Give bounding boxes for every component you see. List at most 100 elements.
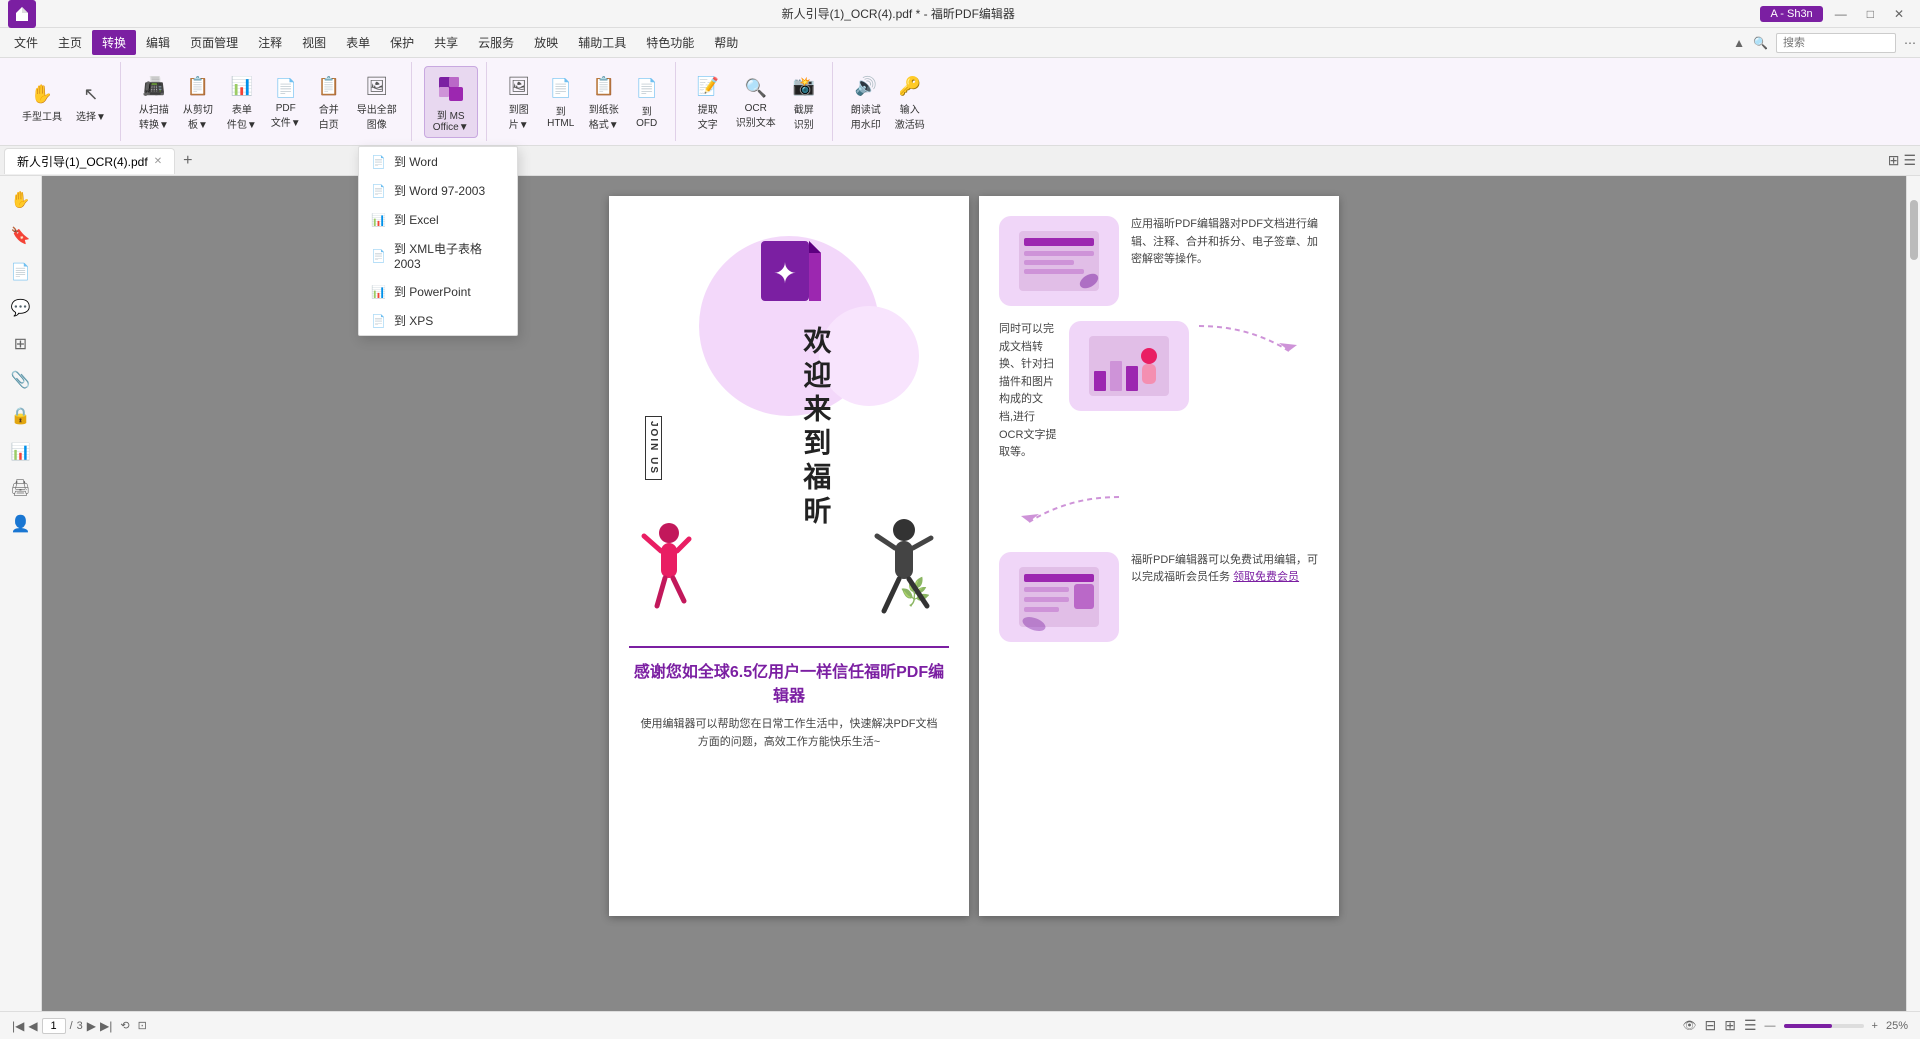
to-xps-item[interactable]: 📄 到 XPS xyxy=(359,306,517,335)
feature-img-2 xyxy=(1069,321,1189,411)
pdf-page-2: 应用福昕PDF编辑器对PDF文档进行编辑、注释、合并和拆分、电子签章、加密解密等… xyxy=(979,196,1339,916)
sidebar-layers-icon[interactable]: ⊞ xyxy=(5,328,37,360)
menu-file[interactable]: 文件 xyxy=(4,30,48,55)
to-ofd-button[interactable]: 📄 到OFD xyxy=(627,69,667,135)
feature-img-3 xyxy=(999,552,1119,642)
scrollbar-thumb[interactable] xyxy=(1910,200,1918,260)
prev-page-button[interactable]: ◀ xyxy=(28,1019,37,1033)
to-powerpoint-item[interactable]: 📊 到 PowerPoint xyxy=(359,277,517,306)
extract-text-button[interactable]: 📝 提取文字 xyxy=(688,69,728,135)
menu-share[interactable]: 共享 xyxy=(424,30,468,55)
sidebar-security-icon[interactable]: 🔒 xyxy=(5,400,37,432)
maximize-button[interactable]: □ xyxy=(1859,7,1882,21)
sidebar-form-icon[interactable]: 📊 xyxy=(5,436,37,468)
activate-button[interactable]: 🔑 输入激活码 xyxy=(889,69,931,135)
from-clipboard-button[interactable]: 📋 从剪切板▼ xyxy=(177,69,219,135)
menu-convert[interactable]: 转换 xyxy=(92,30,136,55)
add-tab-button[interactable]: + xyxy=(175,148,200,174)
welcome-section: ✦ 欢迎来到福昕 JOIN US 🌿 xyxy=(629,216,949,636)
last-page-button[interactable]: ▶| xyxy=(100,1019,112,1033)
eye-icon[interactable]: 👁 xyxy=(1683,1019,1697,1032)
sidebar-text-icon[interactable]: 📄 xyxy=(5,256,37,288)
user-button[interactable]: A - Sh3n xyxy=(1760,6,1822,22)
status-left: |◀ ◀ / 3 ▶ ▶| ⟲ ⊡ xyxy=(12,1018,147,1034)
divider-line xyxy=(629,646,949,648)
zoom-slider[interactable] xyxy=(1784,1024,1864,1028)
sidebar-bookmark-icon[interactable]: 🔖 xyxy=(5,220,37,252)
page-number-input[interactable] xyxy=(42,1018,66,1034)
to-xml-item[interactable]: 📄 到 XML电子表格2003 xyxy=(359,234,517,277)
thumbnail-icon[interactable]: ⊡ xyxy=(138,1019,147,1032)
zoom-plus-button[interactable]: + xyxy=(1872,1020,1878,1032)
pdf-files-button[interactable]: 📄 PDF文件▼ xyxy=(265,71,307,133)
nav-page-icon[interactable]: ⟲ xyxy=(120,1019,129,1032)
double-page-icon[interactable]: ⊞ xyxy=(1724,1017,1736,1034)
to-word-97-item[interactable]: 📄 到 Word 97-2003 xyxy=(359,176,517,205)
form-icon: 📊 xyxy=(228,73,256,101)
ribbon-group-convert: 🖼 到图片▼ 📄 到HTML 📋 到纸张格式▼ 📄 到OFD xyxy=(491,62,676,141)
sidebar-hand-icon[interactable]: ✋ xyxy=(5,184,37,216)
free-member-link[interactable]: 领取免费会员 xyxy=(1233,571,1299,583)
ribbon-group-scan: 📠 从扫描转换▼ 📋 从剪切板▼ 📊 表单件包▼ 📄 PDF文件▼ 📋 合并白页… xyxy=(125,62,412,141)
menu-view[interactable]: 视图 xyxy=(292,30,336,55)
search-input[interactable] xyxy=(1776,33,1896,53)
app-logo xyxy=(8,0,36,28)
single-page-icon[interactable]: ⊟ xyxy=(1705,1017,1717,1034)
view-list-icon[interactable]: ☰ xyxy=(1903,152,1916,169)
menu-protect[interactable]: 保护 xyxy=(380,30,424,55)
close-button[interactable]: ✕ xyxy=(1886,7,1912,21)
screenshot-button[interactable]: 📸 截屏识别 xyxy=(784,69,824,135)
view-single-icon[interactable]: ⊞ xyxy=(1888,152,1900,169)
merge-blank-button[interactable]: 📋 合并白页 xyxy=(309,69,349,135)
pdf-icon: 📄 xyxy=(272,75,300,103)
more-icon[interactable]: ⋯ xyxy=(1904,36,1916,50)
ppt-icon: 📊 xyxy=(371,285,386,299)
toolbar-expand-icon[interactable]: ▲ xyxy=(1733,36,1745,50)
menu-page-manage[interactable]: 页面管理 xyxy=(180,30,248,55)
to-paper-button[interactable]: 📋 到纸张格式▼ xyxy=(583,69,625,135)
xml-icon: 📄 xyxy=(371,249,386,263)
sidebar-print-icon[interactable]: 🖨 xyxy=(5,472,37,504)
menu-tools[interactable]: 辅助工具 xyxy=(568,30,636,55)
continuous-page-icon[interactable]: ☰ xyxy=(1744,1017,1757,1034)
to-image-button[interactable]: 🖼 到图片▼ xyxy=(499,69,539,135)
ocr-button[interactable]: 🔍 OCR识别文本 xyxy=(730,69,782,135)
total-pages: 3 xyxy=(77,1020,83,1032)
menu-features[interactable]: 特色功能 xyxy=(636,30,704,55)
menu-edit[interactable]: 编辑 xyxy=(136,30,180,55)
hand-icon: ✋ xyxy=(28,80,56,108)
svg-text:✦: ✦ xyxy=(773,259,796,290)
desc-text: 使用编辑器可以帮助您在日常工作生活中，快速解决PDF文档方面的问题，高效工作方能… xyxy=(629,716,949,751)
menu-annotate[interactable]: 注释 xyxy=(248,30,292,55)
select-tool-button[interactable]: ↖ 选择▼ xyxy=(70,76,112,127)
menu-home[interactable]: 主页 xyxy=(48,30,92,55)
form-package-button[interactable]: 📊 表单件包▼ xyxy=(221,69,263,135)
tab-close-button[interactable]: ✕ xyxy=(154,156,162,167)
menu-form[interactable]: 表单 xyxy=(336,30,380,55)
ribbon-group-ms-office: 到 MSOffice▼ xyxy=(416,62,487,141)
feature-desc-1: 应用福昕PDF编辑器对PDF文档进行编辑、注释、合并和拆分、电子签章、加密解密等… xyxy=(1131,216,1319,269)
ribbon: ✋ 手型工具 ↖ 选择▼ 📠 从扫描转换▼ 📋 从剪切板▼ 📊 表单件包▼ xyxy=(0,58,1920,146)
title-bar-right: A - Sh3n — □ ✕ xyxy=(1760,6,1912,22)
window-title: 新人引导(1)_OCR(4).pdf * - 福昕PDF编辑器 xyxy=(36,5,1760,22)
menu-cloud[interactable]: 云服务 xyxy=(468,30,524,55)
first-page-button[interactable]: |◀ xyxy=(12,1019,24,1033)
to-word-item[interactable]: 📄 到 Word xyxy=(359,147,517,176)
zoom-minus-button[interactable]: — xyxy=(1765,1020,1776,1032)
menu-help[interactable]: 帮助 xyxy=(704,30,748,55)
to-html-button[interactable]: 📄 到HTML xyxy=(541,69,581,135)
sidebar-user-icon[interactable]: 👤 xyxy=(5,508,37,540)
tts-button[interactable]: 🔊 朗读试用水印 xyxy=(845,69,887,135)
sidebar-comment-icon[interactable]: 💬 xyxy=(5,292,37,324)
hand-tool-button[interactable]: ✋ 手型工具 xyxy=(16,76,68,127)
tab-item[interactable]: 新人引导(1)_OCR(4).pdf ✕ xyxy=(4,148,175,174)
to-ms-office-button[interactable]: 到 MSOffice▼ xyxy=(424,66,478,138)
minimize-button[interactable]: — xyxy=(1827,7,1855,21)
export-images-button[interactable]: 🖼 导出全部图像 xyxy=(351,69,403,135)
menu-present[interactable]: 放映 xyxy=(524,30,568,55)
tab-label: 新人引导(1)_OCR(4).pdf xyxy=(17,153,148,170)
to-excel-item[interactable]: 📊 到 Excel xyxy=(359,205,517,234)
sidebar-attachment-icon[interactable]: 📎 xyxy=(5,364,37,396)
next-page-button[interactable]: ▶ xyxy=(87,1019,96,1033)
from-scan-button[interactable]: 📠 从扫描转换▼ xyxy=(133,69,175,135)
